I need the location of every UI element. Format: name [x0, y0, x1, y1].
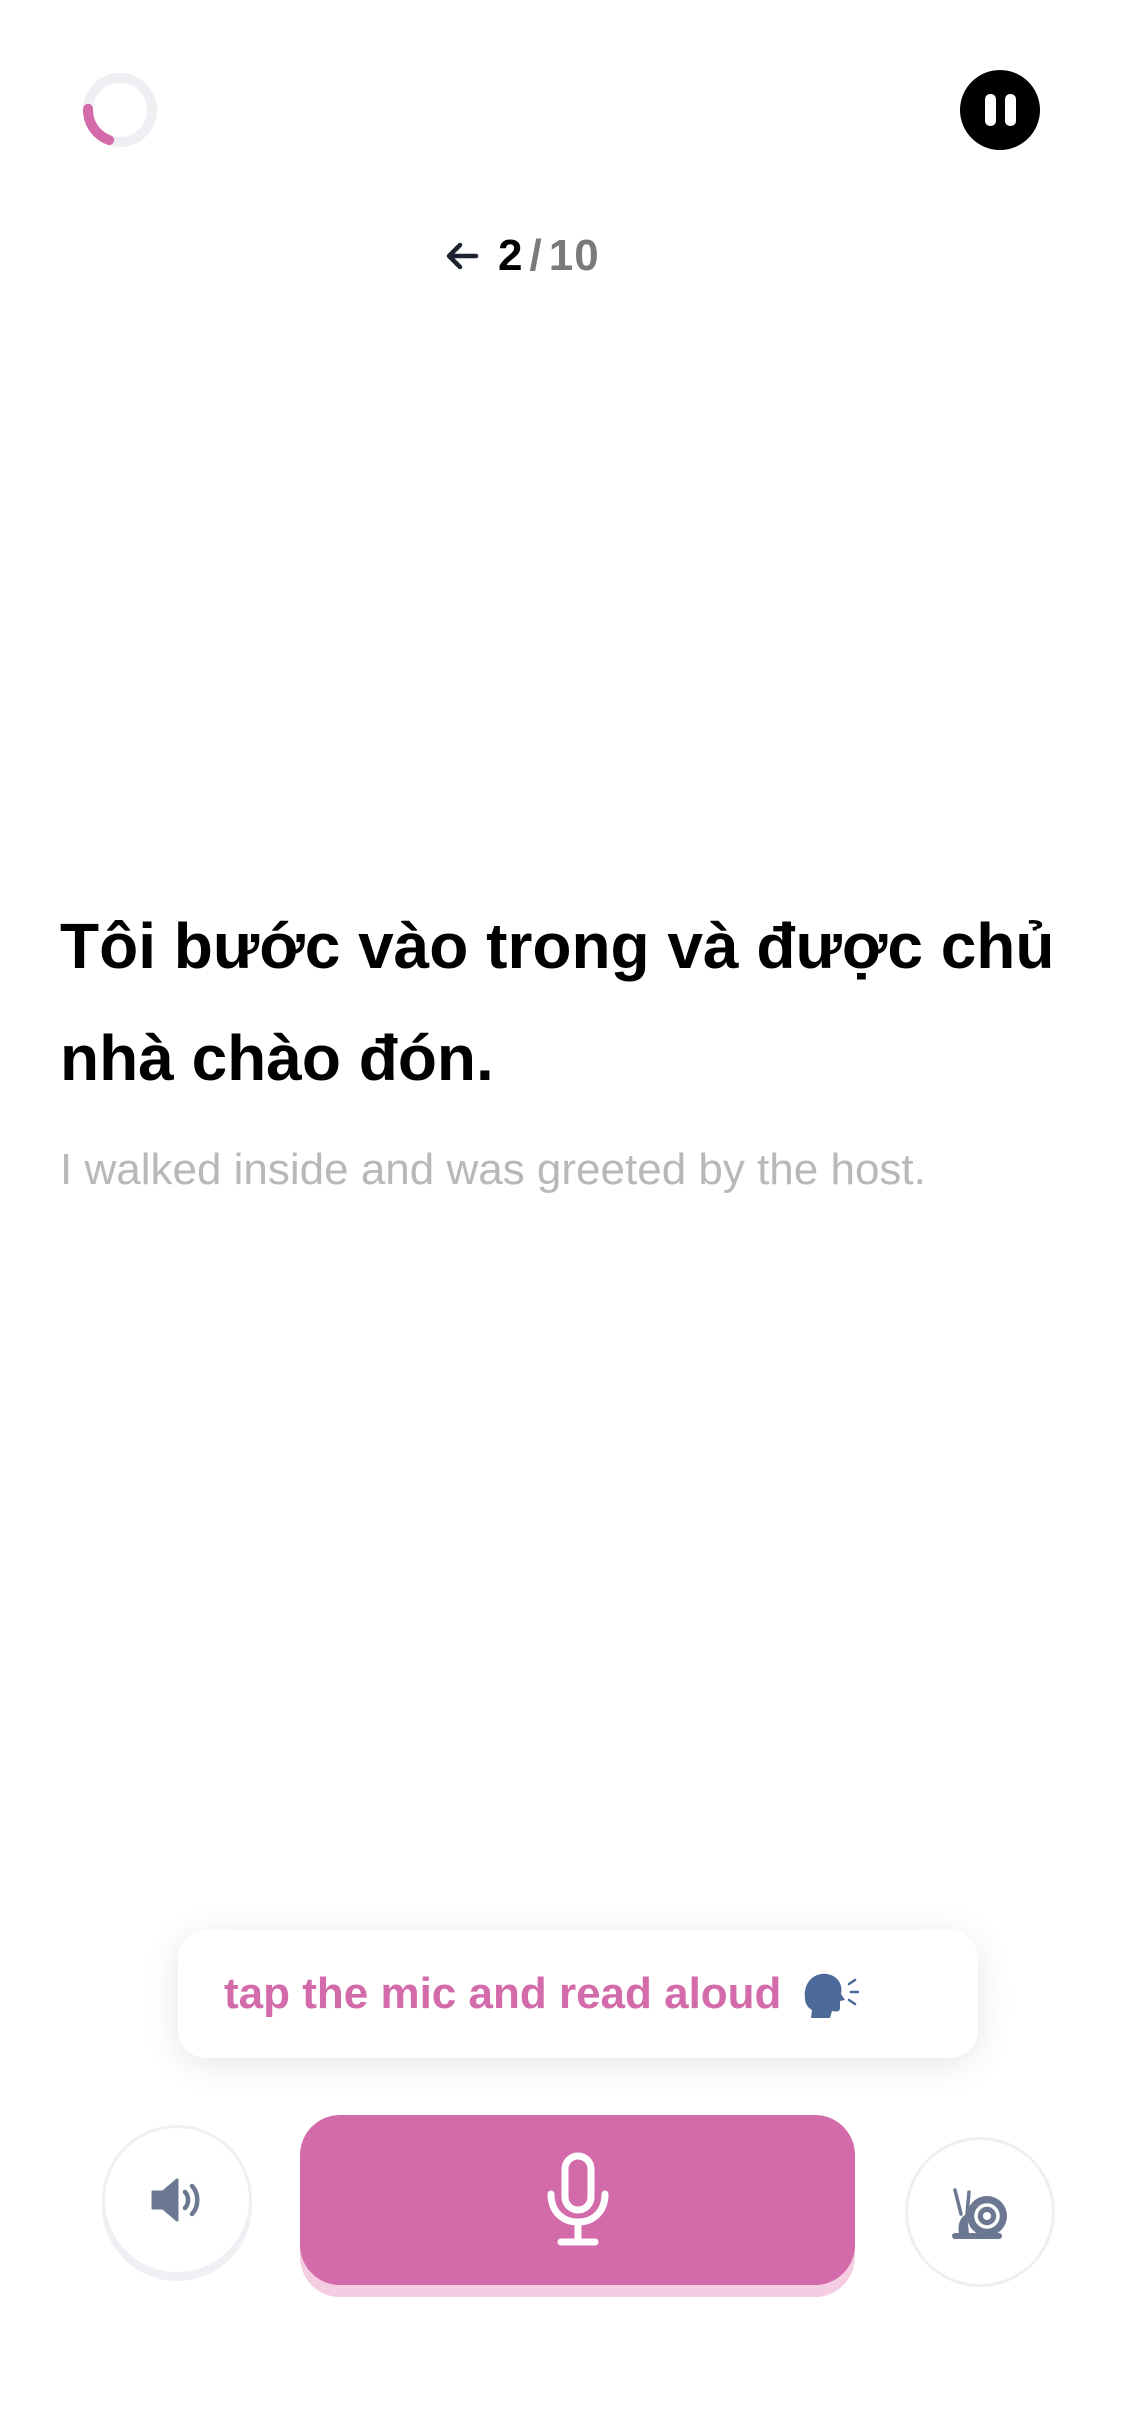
hint-text: tap the mic and read aloud — [224, 1969, 782, 2018]
counter-current: 2 — [498, 231, 524, 280]
pause-icon — [984, 94, 996, 126]
play-audio-button[interactable] — [102, 2125, 252, 2275]
sentence-translation: I walked inside and was greeted by the h… — [60, 1145, 926, 1194]
microphone-icon — [547, 2152, 608, 2246]
pause-button[interactable] — [960, 70, 1040, 150]
question-counter: 2/10 — [440, 226, 600, 286]
hint-bubble: tap the mic and read aloud — [178, 1930, 978, 2058]
progress-ring-icon — [83, 73, 157, 147]
arrow-left-icon[interactable] — [440, 234, 484, 278]
speaker-icon — [151, 2178, 200, 2222]
microphone-button[interactable] — [300, 2115, 855, 2285]
speaking-head-icon — [805, 1973, 860, 2018]
counter-total: 10 — [548, 231, 600, 280]
slow-playback-button[interactable] — [905, 2137, 1055, 2287]
lesson-screen: 2/10 Tôi bước vào trong và được chủ nhà … — [0, 0, 1125, 2436]
target-sentence: Tôi bước vào trong và được chủ nhà chào … — [60, 910, 1055, 1094]
counter-separator: / — [529, 231, 543, 280]
snail-icon — [952, 2188, 1007, 2239]
